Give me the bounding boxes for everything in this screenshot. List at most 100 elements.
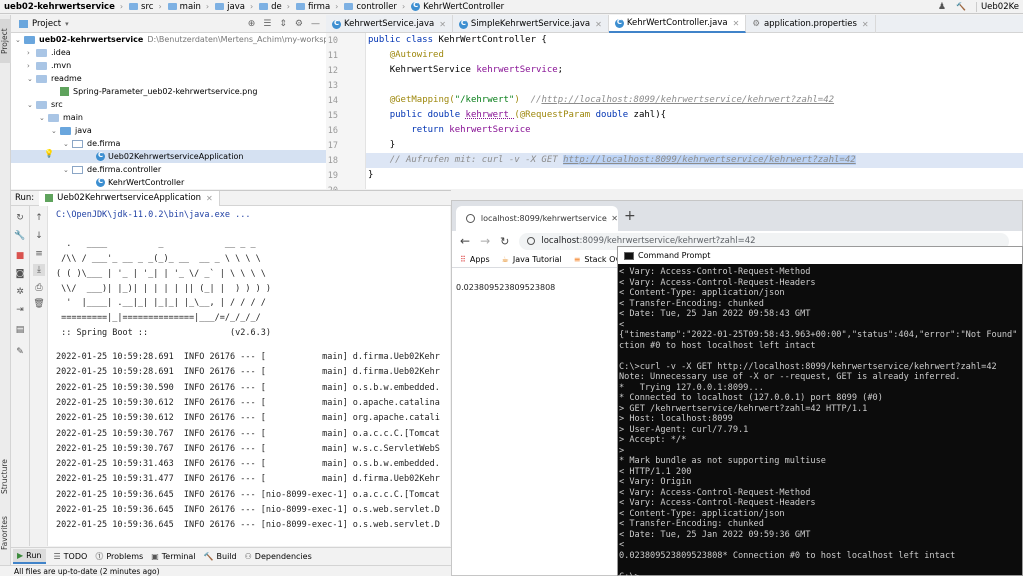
locate-icon[interactable]: ⊕ xyxy=(248,19,256,29)
expand-arrow-icon[interactable]: ⌄ xyxy=(27,101,36,109)
navigation-bar: ueb02-kehrwertservice › src › main › java › de › f… xyxy=(0,0,1023,14)
chevron-right-icon: › xyxy=(335,2,339,11)
hammer-icon[interactable]: 🔨 xyxy=(956,2,966,11)
tree-item[interactable]: ⌄ de.firma xyxy=(11,137,120,150)
expand-arrow-icon[interactable]: ⌄ xyxy=(63,166,72,174)
arrow-down-icon[interactable]: ↓ xyxy=(33,230,45,242)
arrow-up-icon[interactable]: ↑ xyxy=(33,212,45,224)
layout-icon[interactable]: ▤ xyxy=(14,324,26,336)
gear-icon[interactable]: ⚙ xyxy=(295,19,303,29)
console-output[interactable]: C:\OpenJDK\jdk-11.0.2\bin\java.exe ... .… xyxy=(48,206,450,546)
collapse-all-icon[interactable]: ⇕ xyxy=(279,19,287,29)
project-panel-title[interactable]: Project xyxy=(32,19,61,29)
run-config-tab[interactable]: Ueb02KehrwertserviceApplication ✕ xyxy=(39,190,220,206)
reload-icon[interactable]: ↻ xyxy=(500,235,509,248)
expand-arrow-icon[interactable]: ⌄ xyxy=(39,114,48,122)
breadcrumb-item[interactable]: de xyxy=(259,2,282,12)
bookmark-item[interactable]: ≡ Stack Ov xyxy=(574,255,620,264)
tool-tab-terminal[interactable]: ▣ Terminal xyxy=(151,552,195,561)
tree-item[interactable]: › .mvn xyxy=(11,59,71,72)
soft-wrap-icon[interactable]: ≡ xyxy=(33,248,45,260)
breadcrumb-item[interactable]: main xyxy=(167,2,201,12)
forward-arrow-icon[interactable]: → xyxy=(480,234,490,248)
tree-item[interactable]: ⌄ java xyxy=(11,124,92,137)
editor-tab[interactable]: KehrwertService.java ✕ xyxy=(326,15,453,33)
cmd-title-bar[interactable]: Command Prompt xyxy=(618,247,1022,264)
window-right-label[interactable]: Ueb02Ke xyxy=(975,1,1023,12)
breadcrumb-item[interactable]: firma xyxy=(295,2,330,12)
tree-item[interactable]: Ueb02KehrwertserviceApplication xyxy=(11,150,326,163)
code-link[interactable]: http://localhost:8099/kehrwertservice/ke… xyxy=(541,95,834,105)
hide-icon[interactable]: — xyxy=(311,19,320,29)
side-tab-favorites[interactable]: Favorites xyxy=(0,511,11,555)
code-editor[interactable]: public class KehrWertController { @Autow… xyxy=(366,33,1023,189)
tree-item[interactable]: › .idea xyxy=(11,46,71,59)
project-icon xyxy=(19,19,28,28)
breadcrumb-item[interactable]: KehrWertController xyxy=(411,1,504,12)
code-link[interactable]: http://localhost:8099/kehrwertservice/ke… xyxy=(563,155,856,165)
tool-tab-problems[interactable]: ⓵ Problems xyxy=(95,551,143,562)
close-icon[interactable]: ✕ xyxy=(206,194,213,203)
cmd-line: * Mark bundle as not supporting multiuse xyxy=(619,456,826,466)
expand-all-icon[interactable]: ☰ xyxy=(263,19,271,29)
breadcrumb-item[interactable]: src xyxy=(129,2,153,12)
back-arrow-icon[interactable]: ← xyxy=(460,234,470,248)
rerun-icon[interactable]: ↻ xyxy=(14,212,26,224)
side-tab-project[interactable]: Project xyxy=(0,19,11,63)
folder-icon xyxy=(295,3,305,10)
tree-item[interactable]: KehrWertController xyxy=(11,176,184,189)
expand-arrow-icon[interactable]: ⌄ xyxy=(51,127,60,135)
wrench-icon[interactable]: 🔧 xyxy=(14,230,26,242)
close-icon[interactable]: ✕ xyxy=(862,20,869,29)
tool-tab-build[interactable]: 🔨 Build xyxy=(204,552,237,561)
editor-tab[interactable]: KehrWertController.java ✕ xyxy=(608,15,747,33)
browser-tab[interactable]: localhost:8099/kehrwertservice/k ✕ xyxy=(456,206,618,231)
code-token: ; xyxy=(557,65,564,75)
cmd-output[interactable]: < Vary: Access-Control-Request-Method < V… xyxy=(618,264,1022,576)
code-line-12: KehrwertService kehrwertService; xyxy=(368,63,563,78)
console-line: 2022-01-25 10:59:30.612 INFO 26176 --- [… xyxy=(56,397,440,408)
cmd-line: > User-Agent: curl/7.79.1 xyxy=(619,424,749,435)
debug-icon[interactable]: ✲ xyxy=(14,286,26,298)
pin-icon[interactable]: ✎ xyxy=(14,346,26,358)
user-icon[interactable]: ♟ xyxy=(938,2,946,12)
print-icon[interactable]: ⎙ xyxy=(33,282,45,294)
expand-arrow-icon[interactable]: ⌄ xyxy=(27,75,36,83)
tree-item[interactable]: ⌄ readme xyxy=(11,72,82,85)
tree-item[interactable]: ⌄ de.firma.controller xyxy=(11,163,161,176)
breadcrumb-item[interactable]: java xyxy=(215,2,245,12)
tree-item-path: D:\Benutzerdaten\Mertens_Achim\my-worksp… xyxy=(147,35,326,44)
close-icon[interactable]: ✕ xyxy=(611,214,618,223)
editor-tab[interactable]: ⚙ application.properties ✕ xyxy=(746,15,876,33)
apps-grid-icon: ⠿ xyxy=(460,254,466,264)
chevron-down-icon[interactable]: ▾ xyxy=(65,20,69,28)
editor-tab[interactable]: SimpleKehrwertService.java ✕ xyxy=(453,15,609,33)
tool-tab-todo[interactable]: ☰ TODO xyxy=(54,552,88,561)
lightbulb-icon[interactable]: 💡 xyxy=(44,149,54,158)
new-tab-icon[interactable]: + xyxy=(624,208,636,224)
expand-arrow-icon[interactable]: ⌄ xyxy=(15,36,24,44)
trash-icon[interactable]: 🗑 xyxy=(33,298,45,310)
stop-icon[interactable]: ■ xyxy=(14,250,26,262)
close-icon[interactable]: ✕ xyxy=(439,20,446,29)
close-icon[interactable]: ✕ xyxy=(595,20,602,29)
expand-arrow-icon[interactable]: ⌄ xyxy=(63,140,72,148)
tree-item[interactable]: ⌄ ueb02-kehrwertservice D:\Benutzerdaten\M… xyxy=(11,33,326,46)
exit-icon[interactable]: ⇥ xyxy=(14,304,26,316)
expand-arrow-icon[interactable]: › xyxy=(27,62,36,70)
scroll-to-end-icon[interactable]: ⤓ xyxy=(33,264,45,276)
close-icon[interactable]: ✕ xyxy=(733,19,740,28)
tool-tab-dependencies[interactable]: ⚇ Dependencies xyxy=(245,552,312,561)
breadcrumb-item[interactable]: controller xyxy=(344,2,397,12)
tool-tab-run[interactable]: ▶ Run xyxy=(13,549,46,564)
side-tab-structure[interactable]: Structure xyxy=(0,455,11,499)
expand-arrow-icon[interactable]: › xyxy=(27,49,36,57)
bookmark-item[interactable]: ⠿ Apps xyxy=(460,255,490,264)
camera-icon[interactable]: ◙ xyxy=(14,268,26,280)
breadcrumb-item[interactable]: ueb02-kehrwertservice xyxy=(4,2,115,12)
tree-item[interactable]: ⌄ main xyxy=(11,111,83,124)
info-icon[interactable] xyxy=(527,237,536,245)
tree-item[interactable]: ⌄ src xyxy=(11,98,63,111)
tree-item[interactable]: Spring-Parameter_ueb02-kehrwertservice.p… xyxy=(11,85,257,98)
bookmark-item[interactable]: ☕ Java Tutorial xyxy=(502,255,562,264)
